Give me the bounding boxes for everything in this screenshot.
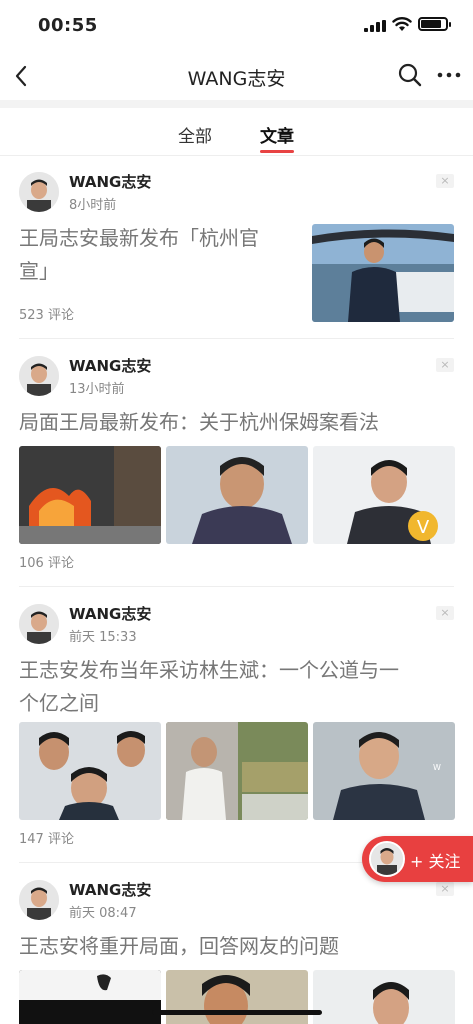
author-name[interactable]: WANG志安 [69, 603, 151, 624]
dismiss-button[interactable]: × [436, 174, 454, 188]
article-title-line: 王志安发布当年采访林生斌：一个公道与一 [19, 658, 399, 682]
author-avatar[interactable] [19, 880, 59, 920]
thumbnail-image[interactable] [19, 446, 161, 544]
card-divider [19, 338, 454, 339]
tab-all[interactable]: 全部 [178, 122, 212, 147]
home-indicator [152, 1010, 322, 1015]
post-time: 前天 15:33 [69, 630, 137, 645]
post-time: 8小时前 [69, 198, 117, 213]
tab-articles[interactable]: 文章 [260, 122, 294, 147]
article-title-line: 宣」 [19, 259, 59, 283]
status-bar: 00:55 [0, 0, 473, 50]
thumbnail-image[interactable] [166, 970, 308, 1024]
dismiss-button[interactable]: × [436, 606, 454, 620]
thumbnail-image[interactable] [166, 446, 308, 544]
thumbnail-grid[interactable] [19, 970, 455, 1024]
active-tab-indicator [260, 150, 294, 153]
svg-text:V: V [417, 517, 430, 538]
author-avatar[interactable] [19, 356, 59, 396]
svg-text:W: W [433, 763, 441, 772]
thumbnail-grid[interactable]: V [19, 446, 455, 544]
comment-count: 106 评论 [19, 556, 74, 571]
wifi-icon [392, 17, 412, 31]
article-card[interactable]: WANG志安 13小时前 × 局面王局最新发布：关于杭州保姆案看法 V 106 … [0, 342, 473, 588]
article-title[interactable]: 王志安将重开局面，回答网友的问题 [19, 930, 459, 963]
article-title[interactable]: 局面王局最新发布：关于杭州保姆案看法 [19, 406, 459, 439]
article-title-line: 个亿之间 [19, 691, 99, 715]
follow-button[interactable]: + 关注 [362, 836, 473, 882]
thumbnail-image[interactable] [313, 970, 455, 1024]
author-name[interactable]: WANG志安 [69, 355, 151, 376]
card-divider [19, 586, 454, 587]
article-thumbnail[interactable] [312, 224, 454, 322]
author-avatar [369, 841, 405, 877]
author-name[interactable]: WANG志安 [69, 171, 151, 192]
article-title-line: 王局志安最新发布「杭州官 [19, 226, 259, 250]
thumbnail-image[interactable] [19, 722, 161, 820]
cellular-signal-icon [364, 20, 386, 32]
comment-count: 523 评论 [19, 308, 74, 323]
more-dots-icon[interactable] [436, 62, 462, 88]
article-card[interactable]: WANG志安 8小时前 × 王局志安最新发布「杭州官 宣」 523 评论 [0, 158, 473, 340]
article-title[interactable]: 王志安发布当年采访林生斌：一个公道与一 个亿之间 [19, 654, 459, 720]
thumbnail-image[interactable] [19, 970, 161, 1024]
thumbnail-image[interactable]: V [313, 446, 455, 544]
author-avatar[interactable] [19, 172, 59, 212]
nav-separator [0, 100, 473, 108]
article-title-line: 王志安将重开局面，回答网友的问题 [19, 934, 339, 958]
thumbnail-image[interactable] [166, 722, 308, 820]
article-title-line: 局面王局最新发布：关于杭州保姆案看法 [19, 410, 379, 434]
author-avatar[interactable] [19, 604, 59, 644]
article-card[interactable]: WANG志安 前天 15:33 × 王志安发布当年采访林生斌：一个公道与一 个亿… [0, 590, 473, 864]
article-card[interactable]: WANG志安 前天 08:47 × 王志安将重开局面，回答网友的问题 [0, 866, 473, 1024]
author-name[interactable]: WANG志安 [69, 879, 151, 900]
post-time: 13小时前 [69, 382, 125, 397]
search-icon[interactable] [397, 62, 423, 88]
article-title[interactable]: 王局志安最新发布「杭州官 宣」 [19, 222, 299, 288]
tab-bar: 全部 文章 [0, 108, 473, 156]
nav-bar: WANG志安 [0, 52, 473, 100]
thumbnail-grid[interactable]: W [19, 722, 455, 820]
comment-count: 147 评论 [19, 832, 74, 847]
dismiss-button[interactable]: × [436, 882, 454, 896]
battery-icon [418, 17, 451, 31]
follow-label: + 关注 [410, 852, 461, 871]
dismiss-button[interactable]: × [436, 358, 454, 372]
status-time: 00:55 [38, 15, 98, 36]
thumbnail-image[interactable]: W [313, 722, 455, 820]
post-time: 前天 08:47 [69, 906, 137, 921]
